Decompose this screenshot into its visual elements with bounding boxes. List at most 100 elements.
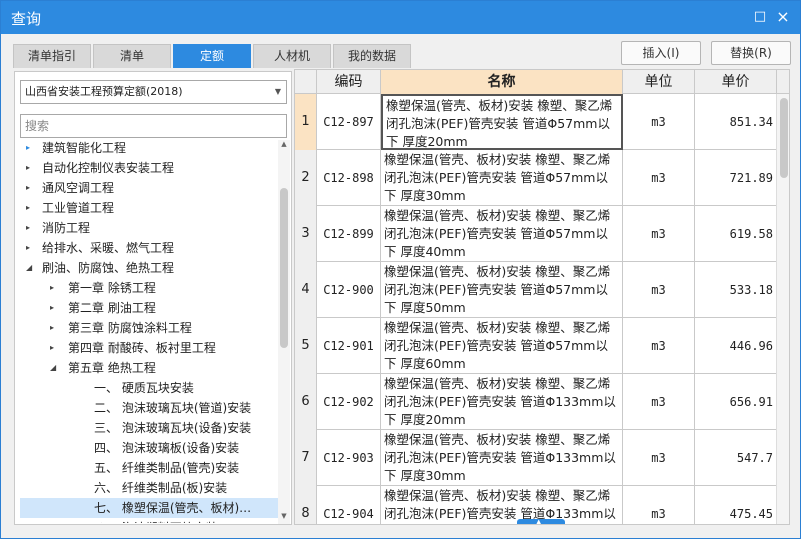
row-index[interactable]: 6 (295, 374, 317, 430)
tree-item[interactable]: ▸ 第三章 防腐蚀涂料工程 (20, 318, 278, 338)
tree-item[interactable]: ▸ 给排水、采暖、燃气工程 (20, 238, 278, 258)
tree-scrollbar[interactable]: ▲ ▼ (278, 140, 290, 524)
quota-price[interactable]: 721.89 (695, 150, 777, 206)
tab-bill[interactable]: 清单 (93, 44, 171, 68)
tab-quota[interactable]: 定额 (173, 44, 251, 68)
tab-my-data[interactable]: 我的数据 (333, 44, 411, 68)
tree-item[interactable]: 八、 泡沫塑料瓦块安装 (20, 518, 278, 523)
header-code[interactable]: 编码 (317, 70, 381, 94)
table-row[interactable]: 6 C12-902 橡塑保温(管壳、板材)安装 橡塑、聚乙烯闭孔泡沫(PEF)管壳安… (295, 374, 789, 430)
table-row[interactable]: 7 C12-903 橡塑保温(管壳、板材)安装 橡塑、聚乙烯闭孔泡沫(PEF)管壳安… (295, 430, 789, 486)
quota-name[interactable]: 橡塑保温(管壳、板材)安装 橡塑、聚乙烯闭孔泡沫(PEF)管壳安装 管道Φ133… (381, 486, 623, 524)
quota-price[interactable]: 475.45 (695, 486, 777, 524)
tree-item[interactable]: 一、 硬质瓦块安装 (20, 378, 278, 398)
quota-unit[interactable]: m3 (623, 430, 695, 486)
quota-code[interactable]: C12-903 (317, 430, 381, 486)
header-unit[interactable]: 单位 (623, 70, 695, 94)
expanded-arrow-icon[interactable]: ◢ (50, 358, 60, 378)
row-index[interactable]: 5 (295, 318, 317, 374)
quota-name[interactable]: 橡塑保温(管壳、板材)安装 橡塑、聚乙烯闭孔泡沫(PEF)管壳安装 管道Φ133… (381, 430, 623, 486)
tree-item[interactable]: 二、 泡沫玻璃瓦块(管道)安装 (20, 398, 278, 418)
scroll-up-icon[interactable]: ▲ (278, 140, 290, 152)
quota-unit[interactable]: m3 (623, 486, 695, 524)
quota-name[interactable]: 橡塑保温(管壳、板材)安装 橡塑、聚乙烯闭孔泡沫(PEF)管壳安装 管道Φ57m… (381, 94, 623, 150)
row-index[interactable]: 7 (295, 430, 317, 486)
quota-code[interactable]: C12-904 (317, 486, 381, 524)
tab-bill-guide[interactable]: 清单指引 (13, 44, 91, 68)
quota-unit[interactable]: m3 (623, 206, 695, 262)
quota-unit[interactable]: m3 (623, 94, 695, 150)
tree-item[interactable]: 三、 泡沫玻璃瓦块(设备)安装 (20, 418, 278, 438)
row-index[interactable]: 8 (295, 486, 317, 524)
maximize-icon[interactable]: □ (753, 10, 767, 24)
tree-item[interactable]: ◢ 第五章 绝热工程 (20, 358, 278, 378)
quota-name[interactable]: 橡塑保温(管壳、板材)安装 橡塑、聚乙烯闭孔泡沫(PEF)管壳安装 管道Φ57m… (381, 318, 623, 374)
quota-name[interactable]: 橡塑保温(管壳、板材)安装 橡塑、聚乙烯闭孔泡沫(PEF)管壳安装 管道Φ57m… (381, 150, 623, 206)
tree-item[interactable]: ▸ 通风空调工程 (20, 178, 278, 198)
quota-code[interactable]: C12-899 (317, 206, 381, 262)
collapsed-arrow-icon[interactable]: ▸ (26, 178, 36, 198)
search-input[interactable] (20, 114, 287, 138)
quota-price[interactable]: 851.34 (695, 94, 777, 150)
quota-price[interactable]: 656.91 (695, 374, 777, 430)
tree-item[interactable]: ▸ 第四章 耐酸砖、板衬里工程 (20, 338, 278, 358)
table-row[interactable]: 1 C12-897 橡塑保温(管壳、板材)安装 橡塑、聚乙烯闭孔泡沫(PEF)管壳安… (295, 94, 789, 150)
tree-item[interactable]: 四、 泡沫玻璃板(设备)安装 (20, 438, 278, 458)
header-price[interactable]: 单价 (695, 70, 777, 94)
quota-code[interactable]: C12-897 (317, 94, 381, 150)
header-name[interactable]: 名称 (381, 70, 623, 94)
table-row[interactable]: 3 C12-899 橡塑保温(管壳、板材)安装 橡塑、聚乙烯闭孔泡沫(PEF)管壳安… (295, 206, 789, 262)
collapsed-arrow-icon[interactable]: ▸ (26, 218, 36, 238)
tree-item[interactable]: ◢ 刷油、防腐蚀、绝热工程 (20, 258, 278, 278)
tree-item[interactable]: ▸ 自动化控制仪表安装工程 (20, 158, 278, 178)
row-index[interactable]: 3 (295, 206, 317, 262)
grid-scrollbar[interactable] (776, 94, 789, 524)
row-index[interactable]: 2 (295, 150, 317, 206)
tree-item[interactable]: ▸ 第二章 刷油工程 (20, 298, 278, 318)
table-row[interactable]: 2 C12-898 橡塑保温(管壳、板材)安装 橡塑、聚乙烯闭孔泡沫(PEF)管壳安… (295, 150, 789, 206)
tab-labor-material[interactable]: 人材机 (253, 44, 331, 68)
collapsed-arrow-icon[interactable]: ▸ (26, 158, 36, 178)
collapsed-arrow-icon[interactable]: ▸ (50, 298, 60, 318)
table-row[interactable]: 5 C12-901 橡塑保温(管壳、板材)安装 橡塑、聚乙烯闭孔泡沫(PEF)管壳安… (295, 318, 789, 374)
tree-item[interactable]: ▸ 消防工程 (20, 218, 278, 238)
quota-price[interactable]: 446.96 (695, 318, 777, 374)
quota-unit[interactable]: m3 (623, 150, 695, 206)
scroll-down-icon[interactable]: ▼ (278, 512, 290, 524)
quota-price[interactable]: 533.18 (695, 262, 777, 318)
quota-name[interactable]: 橡塑保温(管壳、板材)安装 橡塑、聚乙烯闭孔泡沫(PEF)管壳安装 管道Φ57m… (381, 206, 623, 262)
quota-unit[interactable]: m3 (623, 374, 695, 430)
quota-code[interactable]: C12-901 (317, 318, 381, 374)
quota-price[interactable]: 619.58 (695, 206, 777, 262)
tree-item[interactable]: ▸ 第一章 除锈工程 (20, 278, 278, 298)
quota-code[interactable]: C12-898 (317, 150, 381, 206)
table-row[interactable]: 4 C12-900 橡塑保温(管壳、板材)安装 橡塑、聚乙烯闭孔泡沫(PEF)管壳安… (295, 262, 789, 318)
quota-library-select[interactable]: 山西省安装工程预算定额(2018) ▼ (20, 80, 287, 104)
tree-item[interactable]: ▸ 建筑智能化工程 (20, 140, 278, 158)
collapsed-arrow-icon[interactable]: ▸ (50, 338, 60, 358)
quota-unit[interactable]: m3 (623, 318, 695, 374)
tree-scroll-thumb[interactable] (280, 188, 288, 348)
grid-scroll-thumb[interactable] (780, 98, 788, 178)
replace-button[interactable]: 替换(R) (711, 41, 791, 65)
row-index[interactable]: 4 (295, 262, 317, 318)
insert-button[interactable]: 插入(I) (621, 41, 701, 65)
quota-price[interactable]: 547.7 (695, 430, 777, 486)
collapsed-arrow-icon[interactable]: ▸ (26, 198, 36, 218)
collapsed-arrow-icon[interactable]: ▸ (50, 278, 60, 298)
tree-item[interactable]: 七、 橡塑保温(管壳、板材)… (20, 498, 278, 518)
tree-item[interactable]: ▸ 工业管道工程 (20, 198, 278, 218)
collapsed-arrow-icon[interactable]: ▸ (50, 318, 60, 338)
quota-name[interactable]: 橡塑保温(管壳、板材)安装 橡塑、聚乙烯闭孔泡沫(PEF)管壳安装 管道Φ133… (381, 374, 623, 430)
quota-name[interactable]: 橡塑保温(管壳、板材)安装 橡塑、聚乙烯闭孔泡沫(PEF)管壳安装 管道Φ57m… (381, 262, 623, 318)
tree-item[interactable]: 六、 纤维类制品(板)安装 (20, 478, 278, 498)
quota-code[interactable]: C12-900 (317, 262, 381, 318)
quota-code[interactable]: C12-902 (317, 374, 381, 430)
close-icon[interactable]: × (776, 9, 790, 25)
quota-unit[interactable]: m3 (623, 262, 695, 318)
collapsed-arrow-icon[interactable]: ▸ (26, 140, 36, 158)
collapsed-arrow-icon[interactable]: ▸ (26, 238, 36, 258)
row-index[interactable]: 1 (295, 94, 317, 150)
tree-item[interactable]: 五、 纤维类制品(管壳)安装 (20, 458, 278, 478)
expanded-arrow-icon[interactable]: ◢ (26, 258, 36, 278)
